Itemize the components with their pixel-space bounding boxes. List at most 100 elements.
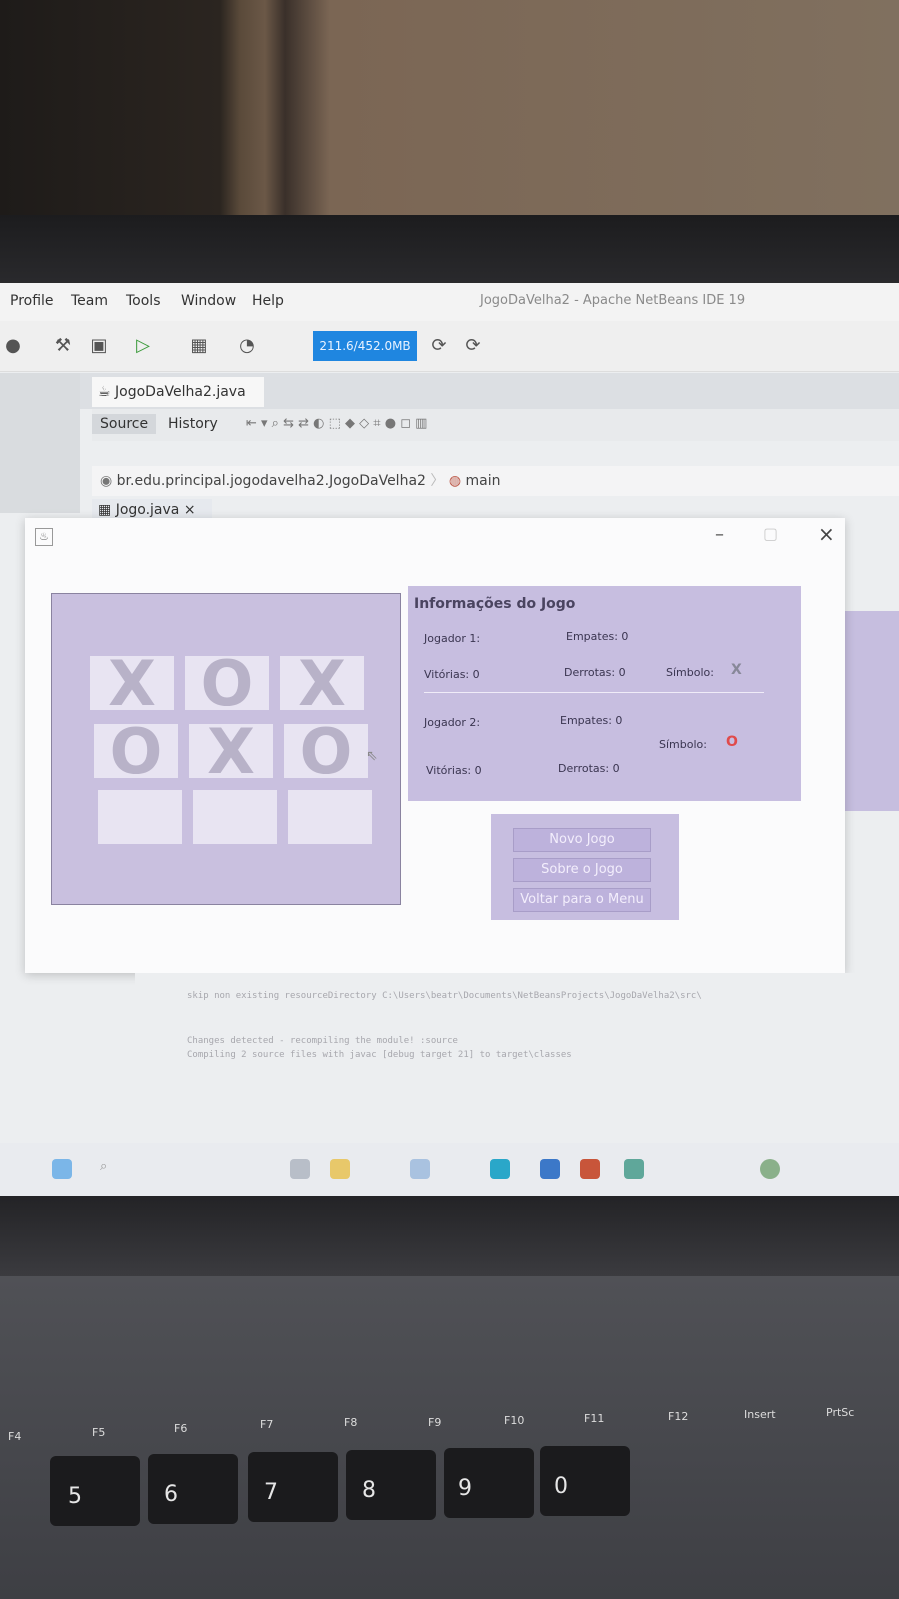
- java-file-icon: ☕: [98, 384, 111, 400]
- memory-indicator[interactable]: 211.6/452.0MB: [313, 331, 417, 361]
- maximize-icon[interactable]: ▢: [763, 524, 778, 543]
- form-file-icon: ▦: [98, 502, 112, 518]
- editor-tabstrip: ☕ JogoDaVelha2.java ×: [0, 373, 899, 430]
- key-f9[interactable]: F9: [428, 1416, 441, 1429]
- edge-icon[interactable]: [490, 1159, 510, 1179]
- globe-icon[interactable]: ●: [2, 335, 24, 357]
- player1-losses: Derrotas: 0: [564, 666, 626, 679]
- key-f6[interactable]: F6: [174, 1422, 187, 1435]
- window-title: JogoDaVelha2 - Apache NetBeans IDE 19: [480, 293, 746, 308]
- menu-tools[interactable]: Tools: [126, 293, 161, 309]
- projects-panel: [0, 373, 80, 513]
- gc-status-icon[interactable]: ⟳: [462, 335, 484, 357]
- key-f7[interactable]: F7: [260, 1418, 273, 1431]
- close-icon[interactable]: ×: [184, 502, 196, 518]
- key-f4[interactable]: F4: [8, 1430, 21, 1443]
- board-cell-5[interactable]: X: [189, 721, 273, 783]
- key-f8[interactable]: F8: [344, 1416, 357, 1429]
- key-f11[interactable]: F11: [584, 1412, 604, 1425]
- board-cell-9[interactable]: [288, 790, 372, 844]
- board-cell-4[interactable]: O: [94, 721, 178, 783]
- taskbar-app-icon[interactable]: [624, 1159, 644, 1179]
- clean-build-icon[interactable]: ▣: [88, 335, 110, 357]
- menu-team[interactable]: Team: [71, 293, 108, 309]
- taskbar-app-icon[interactable]: [580, 1159, 600, 1179]
- board-cell-6[interactable]: O: [284, 721, 368, 783]
- board-cell-3[interactable]: X: [280, 653, 364, 715]
- window-titlebar: ♨ – ▢ ×: [25, 518, 845, 558]
- player1-draws: Empates: 0: [566, 630, 629, 643]
- profile-icon[interactable]: ◔: [236, 335, 258, 357]
- laptop-bezel-bottom: [0, 1196, 899, 1276]
- key-f12[interactable]: F12: [668, 1410, 688, 1423]
- divider: [424, 692, 764, 693]
- tab-label: JogoDaVelha2.java: [115, 384, 246, 400]
- player1-symbol-label: Símbolo:: [666, 666, 714, 679]
- key-6[interactable]: 6: [148, 1454, 238, 1524]
- key-8[interactable]: 8: [346, 1450, 436, 1520]
- key-0[interactable]: 0: [540, 1446, 630, 1516]
- chevron-right-icon: 〉: [430, 473, 449, 489]
- editor-toolbar: Source History ⇤ ▾ ⌕ ⇆ ⇄ ◐ ⬚ ◆ ◇ ⌗ ● ◻ ▥: [92, 409, 899, 441]
- folder-icon[interactable]: [330, 1159, 350, 1179]
- breadcrumb-class[interactable]: br.edu.principal.jogodavelha2.JogoDaVelh…: [117, 473, 426, 489]
- method-icon: ◍: [448, 473, 462, 489]
- mouse-cursor-icon: ⇖: [366, 748, 378, 764]
- board-cell-2[interactable]: O: [185, 653, 269, 715]
- hammer-icon[interactable]: ⚒: [52, 335, 74, 357]
- taskbar-app-icon[interactable]: [760, 1159, 780, 1179]
- ide-right-panel: [845, 611, 899, 811]
- run-icon[interactable]: ▷: [132, 335, 154, 357]
- new-game-button[interactable]: Novo Jogo: [513, 828, 651, 852]
- search-icon[interactable]: ⌕: [100, 1159, 120, 1179]
- taskbar-app-icon[interactable]: [540, 1159, 560, 1179]
- player1-wins: Vitórias: 0: [424, 668, 480, 681]
- menu-window[interactable]: Window: [181, 293, 236, 309]
- player2-losses: Derrotas: 0: [558, 762, 620, 775]
- close-icon[interactable]: ×: [818, 522, 835, 546]
- game-board: X O X O X O ⇖: [51, 593, 401, 905]
- breadcrumb-method[interactable]: main: [466, 473, 501, 489]
- output-line: Compiling 2 source files with javac [deb…: [187, 1050, 572, 1060]
- taskbar-app-icon[interactable]: [290, 1159, 310, 1179]
- menu-buttons-panel: Novo Jogo Sobre o Jogo Voltar para o Men…: [491, 814, 679, 920]
- player2-draws: Empates: 0: [560, 714, 623, 727]
- minimize-icon[interactable]: –: [715, 524, 724, 545]
- back-to-menu-button[interactable]: Voltar para o Menu: [513, 888, 651, 912]
- board-cell-1[interactable]: X: [90, 653, 174, 715]
- player1-symbol: X: [731, 662, 742, 678]
- laptop-bezel-top: [0, 215, 899, 290]
- background-room: [0, 0, 899, 225]
- key-f5[interactable]: F5: [92, 1426, 105, 1439]
- taskbar-app-icon[interactable]: [410, 1159, 430, 1179]
- windows-taskbar: ⌕: [0, 1143, 899, 1203]
- tab-source[interactable]: Source: [92, 414, 157, 434]
- gc-icon[interactable]: ⟳: [428, 335, 450, 357]
- ide-menubar: Profile Team Tools Window Help JogoDaVel…: [0, 283, 899, 321]
- laptop-keyboard: F4 F5 F6 F7 F8 F9 F10 F11 F12 Insert Prt…: [0, 1276, 899, 1599]
- key-f10[interactable]: F10: [504, 1414, 524, 1427]
- debug-icon[interactable]: ▦: [188, 335, 210, 357]
- menu-help[interactable]: Help: [252, 293, 284, 309]
- player2-symbol-label: Símbolo:: [659, 738, 707, 751]
- player1-label: Jogador 1:: [424, 632, 481, 645]
- tab-history[interactable]: History: [160, 414, 226, 434]
- key-prtsc[interactable]: PrtSc: [826, 1406, 854, 1419]
- game-window: ♨ – ▢ × X O X O X O ⇖ Informações do Jog…: [25, 518, 845, 973]
- key-5[interactable]: 5: [50, 1456, 140, 1526]
- key-insert[interactable]: Insert: [744, 1408, 776, 1421]
- key-7[interactable]: 7: [248, 1452, 338, 1522]
- board-cell-7[interactable]: [98, 790, 182, 844]
- output-panel: skip non existing resourceDirectory C:\U…: [135, 973, 899, 1123]
- about-game-button[interactable]: Sobre o Jogo: [513, 858, 651, 882]
- ide-toolbar: ● ⚒ ▣ ▷ ▦ ◔ 211.6/452.0MB ⟳ ⟳: [0, 321, 899, 372]
- tab-jogodavelha2[interactable]: ☕ JogoDaVelha2.java ×: [92, 377, 264, 430]
- key-9[interactable]: 9: [444, 1448, 534, 1518]
- editor-tools-icons[interactable]: ⇤ ▾ ⌕ ⇆ ⇄ ◐ ⬚ ◆ ◇ ⌗ ● ◻ ▥: [238, 414, 435, 433]
- windows-start-icon[interactable]: [52, 1159, 72, 1179]
- output-line: skip non existing resourceDirectory C:\U…: [187, 991, 702, 1001]
- player2-wins: Vitórias: 0: [426, 764, 482, 777]
- menu-profile[interactable]: Profile: [10, 293, 54, 309]
- tab-label: Jogo.java: [115, 502, 180, 518]
- board-cell-8[interactable]: [193, 790, 277, 844]
